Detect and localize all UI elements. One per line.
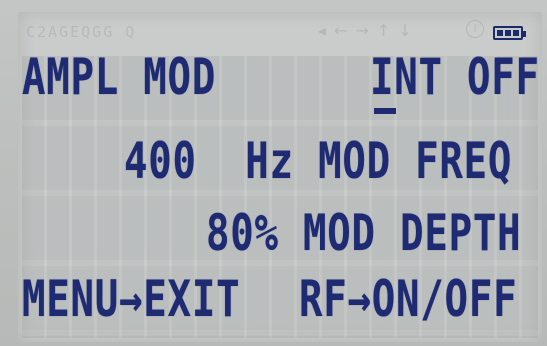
menu-exit-hint: MENU→EXIT [22,270,241,328]
mode-value[interactable]: INT OFF [370,52,540,102]
lcd-screen: C2AGEQGG Q ◂ ← → ↑ ↓ i AMPL MOD INT OFF … [18,12,542,342]
mod-freq-readout: 400 Hz MOD FREQ [124,132,513,190]
arrow-left-icon: ← [334,21,348,40]
mode-label: AMPL MOD [22,48,217,106]
device-frame: C2AGEQGG Q ◂ ← → ↑ ↓ i AMPL MOD INT OFF … [0,0,547,346]
arrow-right-icon: → [355,21,369,40]
mod-depth-readout: 80% MOD DEPTH [206,204,522,262]
battery-bar [505,30,511,36]
status-arrow-icons: ◂ ← → ↑ ↓ [318,21,412,40]
battery-bar [513,30,519,36]
edit-cursor [374,108,396,114]
rf-on-off-hint: RF→ON/OFF [299,270,518,328]
arrow-up-icon: ↑ [376,21,391,40]
status-bar: C2AGEQGG Q ◂ ← → ↑ ↓ i [18,16,542,48]
status-ghost-text: C2AGEQGG Q [26,23,137,41]
arrow-down-icon: ↓ [398,21,412,40]
play-back-icon: ◂ [318,21,327,40]
info-icon: i [466,20,484,38]
battery-bar [497,30,503,36]
battery-icon [493,26,526,40]
